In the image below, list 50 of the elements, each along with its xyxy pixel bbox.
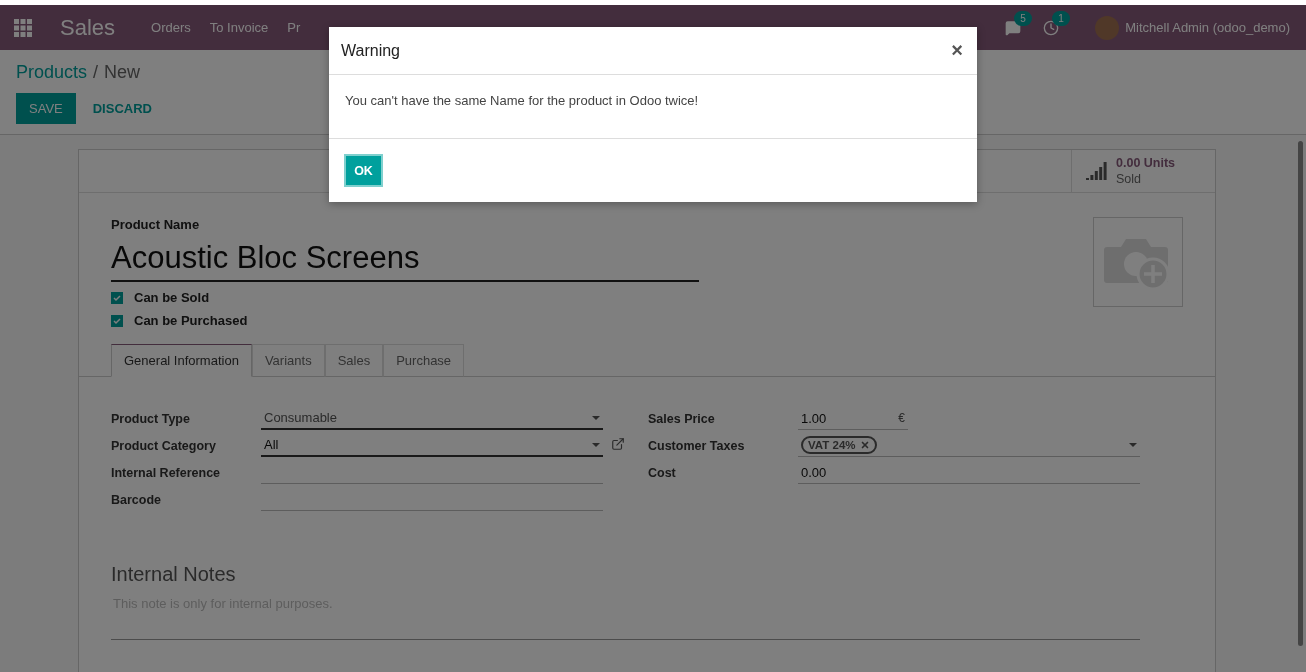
ok-button[interactable]: OK [344, 154, 383, 187]
select-field[interactable]: Consumable [261, 407, 603, 430]
close-button[interactable]: × [949, 39, 965, 62]
count-badge: 5 [1014, 10, 1032, 26]
tab[interactable]: Variants [251, 344, 325, 377]
section-title: Internal Notes [111, 563, 237, 586]
select-field[interactable]: All [261, 434, 603, 457]
count-badge: 1 [1052, 10, 1070, 26]
image-upload[interactable] [1093, 217, 1183, 307]
bar-chart-icon [1086, 162, 1108, 180]
field-label: Product Type [111, 411, 191, 426]
tab[interactable]: Purchase [383, 344, 465, 377]
menu-item[interactable]: To Invoice [209, 20, 269, 35]
remove-icon[interactable] [859, 440, 870, 450]
field-label: Internal Reference [111, 465, 222, 480]
tax-tag: VAT 24% [801, 436, 877, 454]
caret-icon [592, 415, 600, 420]
field-label: Customer Taxes [648, 438, 746, 453]
external-link-icon[interactable] [611, 436, 625, 451]
checkbox-label: Can be Sold [134, 290, 210, 305]
caret-icon [592, 442, 600, 447]
checkbox-label: Can be Purchased [134, 313, 248, 328]
currency-symbol: € [898, 411, 905, 425]
apps-menu-icon[interactable] [14, 18, 32, 37]
field-label: Product Category [111, 438, 217, 453]
discard-button[interactable]: DISCARD [79, 93, 165, 124]
tab[interactable]: General Information [111, 344, 252, 377]
checkbox[interactable] [111, 314, 123, 327]
input-field[interactable]: 0.00 [798, 461, 1140, 484]
user-name[interactable]: Mitchell Admin (odoo_demo) [1125, 20, 1290, 35]
field-label: Cost [648, 465, 677, 480]
breadcrumb-link[interactable]: Products [16, 62, 88, 83]
scrollbar[interactable] [1298, 141, 1303, 646]
app-title: Sales [60, 14, 116, 41]
menu-item[interactable]: Orders [151, 20, 191, 35]
dialog-title: Warning [341, 41, 400, 60]
caret-icon [1129, 443, 1137, 447]
tags-field[interactable]: VAT 24% [798, 434, 1140, 457]
dialog-message: You can't have the same Name for the product in Odoo twice! [345, 93, 700, 108]
menu-item[interactable]: Pr [287, 20, 301, 35]
save-button[interactable]: SAVE [16, 93, 76, 124]
input-field[interactable]: 1.00 € [798, 407, 908, 430]
checkbox[interactable] [111, 291, 123, 304]
field-label: Product Name [111, 217, 201, 232]
field-label: Barcode [111, 492, 163, 507]
breadcrumb-separator: / [93, 62, 99, 83]
tab[interactable]: Sales [324, 344, 384, 377]
breadcrumb-current: New [104, 62, 141, 83]
field-label: Sales Price [648, 411, 716, 426]
clock-icon[interactable] [1043, 19, 1060, 36]
